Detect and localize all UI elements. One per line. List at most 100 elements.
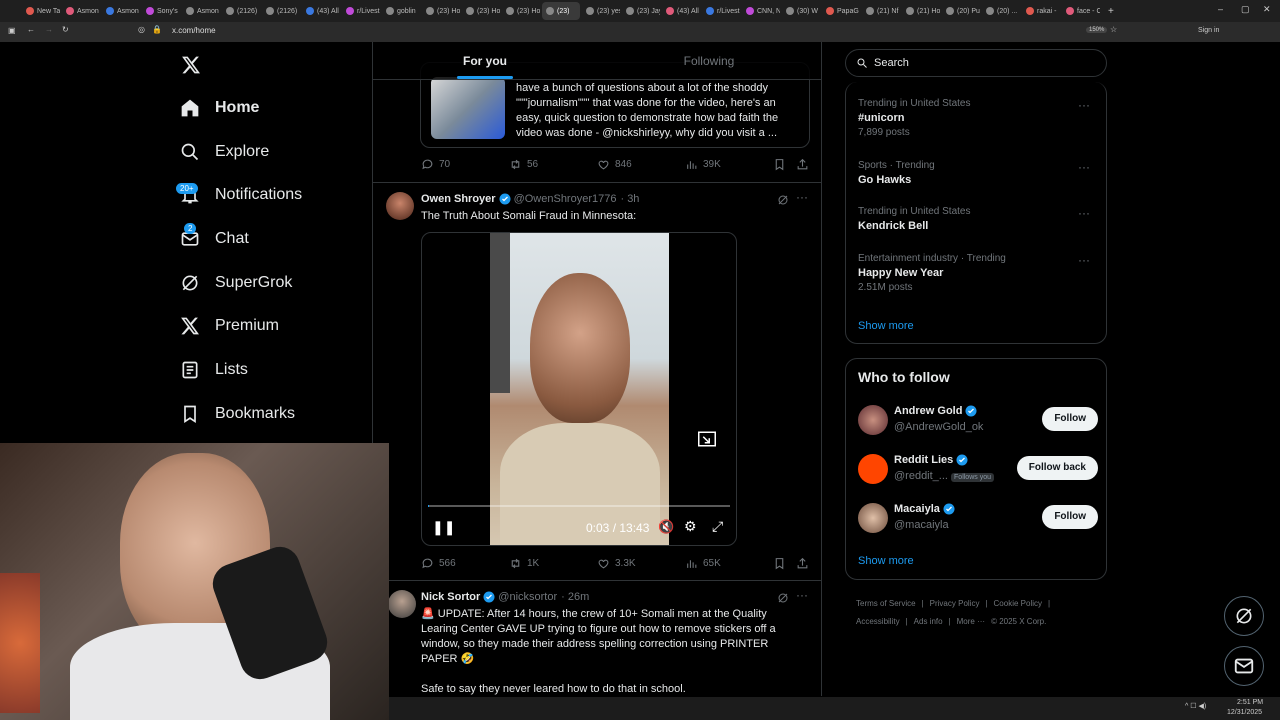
forward-icon[interactable]: →: [45, 25, 53, 34]
tracking-icon[interactable]: ◎: [138, 25, 145, 34]
back-icon[interactable]: ←: [27, 25, 35, 34]
trend-item[interactable]: Sports · Trending Go Hawks ···: [858, 160, 1098, 186]
browser-tab[interactable]: (21) Ho: [902, 2, 940, 20]
browser-tab[interactable]: New Ta: [22, 2, 60, 20]
footer-link[interactable]: More ···: [957, 617, 985, 626]
suggestion-name[interactable]: Macaiyla: [894, 503, 940, 515]
nav-item-lists[interactable]: Lists: [180, 355, 248, 385]
messages-fab-button[interactable]: [1224, 646, 1264, 686]
show-more-link[interactable]: Show more: [858, 320, 914, 332]
sidebar-toggle-icon[interactable]: ▣: [8, 26, 16, 35]
follow-suggestion[interactable]: Reddit Lies @reddit_... Follows you Follow…: [858, 452, 1098, 488]
nav-item-premium[interactable]: Premium: [180, 311, 279, 341]
browser-tab[interactable]: (23) Ho: [462, 2, 500, 20]
new-tab-icon[interactable]: +: [1108, 6, 1114, 17]
video-progress-track[interactable]: [428, 505, 730, 507]
footer-link[interactable]: Ads info: [914, 617, 943, 626]
browser-tab[interactable]: (20) Pu: [942, 2, 980, 20]
browser-tab[interactable]: Asmon: [102, 2, 140, 20]
nav-item-chat[interactable]: 2 Chat: [180, 223, 249, 254]
tweet-author-name[interactable]: Owen Shroyer: [421, 193, 496, 205]
footer-link[interactable]: Terms of Service: [856, 599, 916, 608]
tab-for-you[interactable]: For you: [373, 42, 597, 79]
tweet-author-handle[interactable]: @nicksortor: [498, 591, 557, 603]
minimize-icon[interactable]: –: [1218, 4, 1223, 14]
grok-icon[interactable]: [777, 592, 789, 604]
browser-tab[interactable]: CNN, N: [742, 2, 780, 20]
nav-item-notifications[interactable]: 20+ Notifications: [176, 180, 302, 210]
browser-tab[interactable]: (43) All: [662, 2, 700, 20]
tweet-author-handle[interactable]: @OwenShroyer1776: [514, 193, 617, 205]
fullscreen-icon[interactable]: ⤢: [712, 518, 723, 535]
star-icon[interactable]: ☆: [1110, 25, 1117, 34]
footer-link[interactable]: Accessibility: [856, 617, 900, 626]
follow-button[interactable]: Follow: [1042, 407, 1098, 431]
share-icon[interactable]: [796, 557, 809, 570]
browser-tab[interactable]: Asmon: [182, 2, 220, 20]
browser-tab[interactable]: goblin: [382, 2, 420, 20]
browser-tab[interactable]: (23) Ho: [422, 2, 460, 20]
lock-icon[interactable]: 🔒: [152, 25, 162, 34]
browser-tab[interactable]: face - C: [1062, 2, 1100, 20]
bookmark-icon[interactable]: [773, 557, 786, 570]
settings-icon[interactable]: ⚙: [684, 518, 697, 535]
pause-icon[interactable]: ❚❚: [432, 519, 455, 536]
share-icon[interactable]: [796, 158, 809, 171]
zoom-level[interactable]: 150%: [1086, 27, 1108, 33]
more-options-icon[interactable]: ···: [1078, 160, 1090, 174]
suggestion-name[interactable]: Andrew Gold: [894, 405, 962, 417]
avatar[interactable]: [858, 503, 888, 533]
browser-tab[interactable]: rakai -: [1022, 2, 1060, 20]
search-input[interactable]: Search: [845, 49, 1107, 77]
maximize-icon[interactable]: ▢: [1241, 4, 1250, 15]
bookmark-icon[interactable]: [773, 158, 786, 171]
trend-item[interactable]: Entertainment industry · Trending Happy N…: [858, 253, 1098, 293]
like-button[interactable]: 3.3K: [597, 557, 685, 570]
browser-tab[interactable]: r/Livest: [342, 2, 380, 20]
retweet-button[interactable]: 56: [509, 158, 597, 171]
browser-tab[interactable]: (20) ...: [982, 2, 1020, 20]
url-field[interactable]: x.com/home: [172, 26, 216, 35]
more-options-icon[interactable]: ···: [1078, 253, 1090, 267]
footer-link[interactable]: Privacy Policy: [930, 599, 980, 608]
tweet-author-name[interactable]: Nick Sortor: [421, 591, 480, 603]
follow-suggestion[interactable]: Macaiyla @macaiyla Follow: [858, 501, 1098, 537]
browser-tab[interactable]: Sony's: [142, 2, 180, 20]
browser-tab[interactable]: (2126): [262, 2, 300, 20]
browser-tab[interactable]: (21) Nf: [862, 2, 900, 20]
video-player[interactable]: ❚❚ 0:03 / 13:43 🔇 ⚙ ⤢: [421, 232, 737, 546]
browser-tab[interactable]: (43) All: [302, 2, 340, 20]
reply-button[interactable]: 70: [421, 158, 509, 171]
browser-tab[interactable]: PapaG: [822, 2, 860, 20]
tweet-time[interactable]: · 3h: [620, 193, 639, 205]
reply-button[interactable]: 566: [421, 557, 509, 570]
avatar[interactable]: [388, 590, 416, 618]
like-button[interactable]: 846: [597, 158, 685, 171]
avatar[interactable]: [386, 192, 414, 220]
browser-tab[interactable]: (23) Ho: [502, 2, 540, 20]
nav-item-home[interactable]: Home: [180, 93, 259, 123]
more-options-icon[interactable]: ···: [1078, 206, 1090, 220]
nav-item-explore[interactable]: Explore: [180, 137, 269, 167]
x-logo-icon[interactable]: [181, 55, 201, 75]
follow-button[interactable]: Follow: [1042, 505, 1098, 529]
follow-suggestion[interactable]: Andrew Gold @AndrewGold_ok Follow: [858, 403, 1098, 439]
grok-icon[interactable]: [777, 194, 789, 206]
sign-in-link[interactable]: Sign in: [1198, 27, 1219, 34]
more-options-icon[interactable]: ···: [796, 588, 808, 602]
tweet-time[interactable]: · 26m: [561, 591, 589, 603]
footer-link[interactable]: Cookie Policy: [994, 599, 1042, 608]
system-tray-icon[interactable]: ^ ☐ ◀): [1185, 702, 1206, 710]
browser-tab[interactable]: r/Livest: [702, 2, 740, 20]
show-more-link[interactable]: Show more: [858, 555, 914, 567]
quoted-tweet-image[interactable]: [431, 77, 505, 139]
views-button[interactable]: 65K: [685, 557, 773, 570]
mute-icon[interactable]: 🔇: [658, 519, 674, 535]
nav-item-supergrok[interactable]: SuperGrok: [180, 268, 292, 298]
reload-icon[interactable]: ↻: [62, 25, 69, 34]
tab-following[interactable]: Following: [597, 42, 821, 79]
browser-tab[interactable]: Asmon: [62, 2, 100, 20]
avatar[interactable]: [858, 454, 888, 484]
avatar[interactable]: [858, 405, 888, 435]
browser-tab[interactable]: (23): [542, 2, 580, 20]
